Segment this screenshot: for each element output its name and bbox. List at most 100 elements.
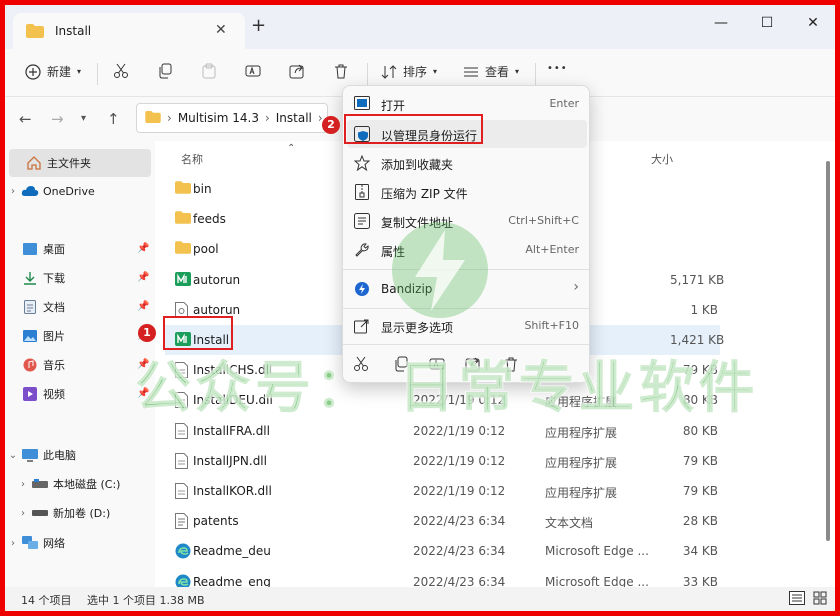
drive-c-icon	[31, 479, 49, 489]
nav-label: 文档	[43, 301, 65, 314]
minimize-button[interactable]: —	[711, 15, 731, 31]
copy-path-icon	[353, 213, 371, 229]
delete-button[interactable]	[333, 63, 349, 79]
paste-button[interactable]	[201, 63, 217, 79]
copy-button[interactable]	[157, 63, 173, 79]
watermark-text: 公众号： 日常专业软件	[134, 355, 759, 422]
pin-icon[interactable]: 📌	[137, 301, 149, 312]
tiles-view-icon[interactable]	[813, 591, 827, 608]
maximize-button[interactable]: ☐	[757, 15, 777, 31]
sort-button[interactable]: 排序 ▾	[381, 63, 437, 80]
nav-label: 视频	[43, 388, 65, 401]
drive-d-icon	[31, 509, 49, 517]
file-date: 2022/4/23 6:34	[413, 544, 506, 559]
computer-icon	[21, 448, 39, 462]
file-name: Readme_deu	[193, 544, 271, 559]
breadcrumb-multisim[interactable]: Multisim 14.3	[178, 111, 259, 125]
rename-button[interactable]	[245, 63, 261, 79]
annotation-box-run-as-admin	[344, 114, 483, 144]
share-button[interactable]	[289, 63, 305, 79]
nav-item-onedrive[interactable]: › OneDrive	[5, 177, 151, 205]
folder-icon	[26, 24, 44, 41]
table-row[interactable]: InstallKOR.dll 2022/1/19 0:12 应用程序扩展 79 KB	[165, 476, 720, 506]
view-button[interactable]: 查看 ▾	[463, 63, 519, 80]
forward-button[interactable]: →	[51, 110, 64, 128]
nav-item-music[interactable]: 音乐	[5, 351, 151, 379]
nav-item-drive-d[interactable]: › 新加卷 (D:)	[5, 499, 151, 527]
table-row[interactable]: InstallJPN.dll 2022/1/19 0:12 应用程序扩展 79 KB	[165, 446, 720, 476]
nav-label: OneDrive	[43, 184, 95, 198]
chevron-right-icon[interactable]: ›	[5, 538, 21, 549]
nav-label: 主文件夹	[47, 157, 91, 170]
scrollbar-thumb[interactable]	[826, 161, 830, 541]
nav-item-drive-c[interactable]: › 本地磁盘 (C:)	[5, 470, 151, 498]
nav-label: 桌面	[43, 243, 65, 256]
table-row[interactable]: Readme_deu 2022/4/23 6:34 Microsoft Edge .…	[165, 536, 720, 566]
folder-icon	[145, 110, 161, 126]
file-size: 79 KB	[682, 453, 718, 468]
divider	[97, 63, 98, 85]
file-size: 5,171 KB	[670, 272, 725, 287]
chevron-down-icon: ▾	[77, 67, 82, 76]
star-icon	[353, 155, 371, 171]
tab-install[interactable]: Install ✕	[13, 13, 245, 49]
tab-title: Install	[55, 24, 92, 38]
more-button[interactable]: •••	[547, 63, 568, 74]
nav-item-videos[interactable]: 视频	[5, 380, 151, 408]
selection-info: 选中 1 个项目 1.38 MB	[87, 594, 205, 607]
new-tab-button[interactable]: +	[251, 17, 266, 35]
chevron-down-icon[interactable]: ⌄	[5, 450, 21, 461]
file-date: 2022/4/23 6:34	[413, 514, 506, 529]
chevron-right-icon[interactable]: ›	[5, 186, 21, 197]
scissors-icon	[113, 63, 129, 79]
navigation-pane: 主文件夹 › OneDrive 桌面 📌 下载 📌 文档 📌 图片 音乐 📌 视…	[5, 141, 155, 587]
nav-item-pictures[interactable]: 图片	[5, 322, 151, 350]
dll-file-icon	[175, 483, 188, 502]
nav-label: 本地磁盘 (C:)	[53, 478, 121, 491]
menu-item-compress-zip[interactable]: 压缩为 ZIP 文件	[347, 178, 587, 206]
document-icon	[21, 300, 39, 314]
cloud-icon	[21, 185, 39, 197]
breadcrumb-install[interactable]: Install	[276, 111, 312, 125]
picture-icon	[21, 330, 39, 342]
file-date: 2022/1/19 0:12	[413, 484, 506, 498]
file-type: Microsoft Edge ...	[545, 544, 649, 559]
title-bar: Install ✕ + — ☐ ✕	[5, 5, 835, 49]
share-icon	[289, 63, 305, 79]
close-button[interactable]: ✕	[803, 15, 823, 31]
table-row[interactable]: patents 2022/4/23 6:34 文本文档 28 KB	[165, 506, 720, 536]
nav-item-this-pc[interactable]: ⌄ 此电脑	[5, 441, 151, 469]
cut-button[interactable]	[113, 63, 129, 79]
wrench-icon	[353, 242, 371, 258]
tab-close-icon[interactable]: ✕	[215, 22, 227, 38]
up-button[interactable]: ↑	[107, 110, 120, 128]
view-label: 查看	[485, 65, 510, 79]
sort-label: 排序	[403, 65, 428, 79]
paste-icon	[201, 63, 217, 79]
nav-item-network[interactable]: › 网络	[5, 529, 151, 557]
menu-item-add-favorites[interactable]: 添加到收藏夹	[347, 149, 587, 177]
nav-item-documents[interactable]: 文档	[5, 293, 151, 321]
folder-icon	[175, 181, 191, 197]
pin-icon[interactable]: 📌	[137, 272, 149, 283]
details-view-icon[interactable]	[789, 591, 805, 608]
pin-icon[interactable]: 📌	[137, 243, 149, 254]
nav-item-desktop[interactable]: 桌面	[5, 235, 151, 263]
chevron-right-icon[interactable]: ›	[15, 479, 31, 490]
nav-item-home[interactable]: 主文件夹	[9, 149, 151, 177]
new-label: 新建	[47, 65, 72, 79]
nav-label: 网络	[43, 537, 65, 550]
recent-chevron-icon[interactable]: ▾	[81, 113, 86, 124]
file-name: InstallKOR.dll	[193, 484, 272, 498]
breadcrumb-separator: ›	[264, 111, 270, 125]
new-button[interactable]: 新建 ▾	[25, 63, 81, 80]
file-name: patents	[193, 514, 239, 529]
column-header-name[interactable]: 名称	[181, 151, 203, 167]
chevron-right-icon[interactable]: ›	[15, 508, 31, 519]
divider	[535, 63, 536, 85]
file-size: 28 KB	[682, 514, 718, 529]
back-button[interactable]: ←	[19, 110, 32, 128]
nav-item-downloads[interactable]: 下载	[5, 264, 151, 292]
column-header-size[interactable]: 大小	[651, 151, 673, 167]
address-bar[interactable]: › Multisim 14.3 › Install ›	[136, 103, 328, 133]
